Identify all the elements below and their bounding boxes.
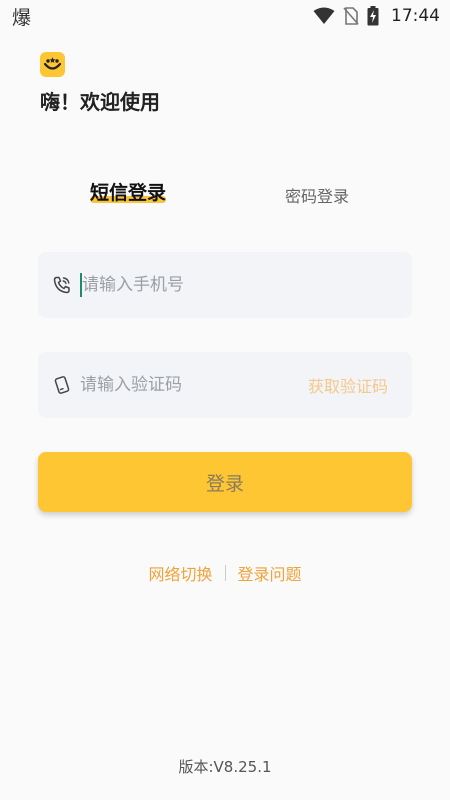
tab-sms-login-label: 短信登录 (90, 182, 167, 204)
tab-sms-login[interactable]: 短信登录 (90, 178, 167, 205)
status-app-text: 爆 (12, 6, 32, 29)
phone-input[interactable] (82, 252, 412, 318)
smiley-logo-icon (40, 52, 65, 77)
get-verification-code-button[interactable]: 获取验证码 (308, 373, 388, 397)
wifi-icon (313, 7, 335, 25)
login-problem-link[interactable]: 登录问题 (238, 561, 302, 585)
verification-code-field[interactable]: 获取验证码 (38, 352, 412, 418)
link-divider (224, 565, 226, 581)
tab-password-login[interactable]: 密码登录 (285, 183, 349, 207)
no-sim-icon (343, 7, 359, 25)
verification-code-input[interactable] (80, 352, 308, 418)
phone-icon (52, 275, 72, 295)
network-switch-link[interactable]: 网络切换 (148, 561, 212, 585)
status-time: 17:44 (391, 6, 440, 26)
status-icons: 17:44 (313, 6, 440, 26)
login-button[interactable]: 登录 (38, 452, 412, 512)
version-text: 版本:V8.25.1 (178, 758, 272, 776)
help-links: 网络切换 登录问题 (0, 561, 450, 585)
greeting-title: 嗨！欢迎使用 (40, 90, 160, 114)
phone-field[interactable] (38, 252, 412, 318)
tab-password-login-label: 密码登录 (285, 187, 350, 206)
status-bar: 爆 17:44 (0, 0, 450, 32)
shield-code-icon (52, 375, 72, 395)
login-tabs: 短信登录 密码登录 (0, 178, 450, 218)
battery-charging-icon (367, 6, 379, 26)
